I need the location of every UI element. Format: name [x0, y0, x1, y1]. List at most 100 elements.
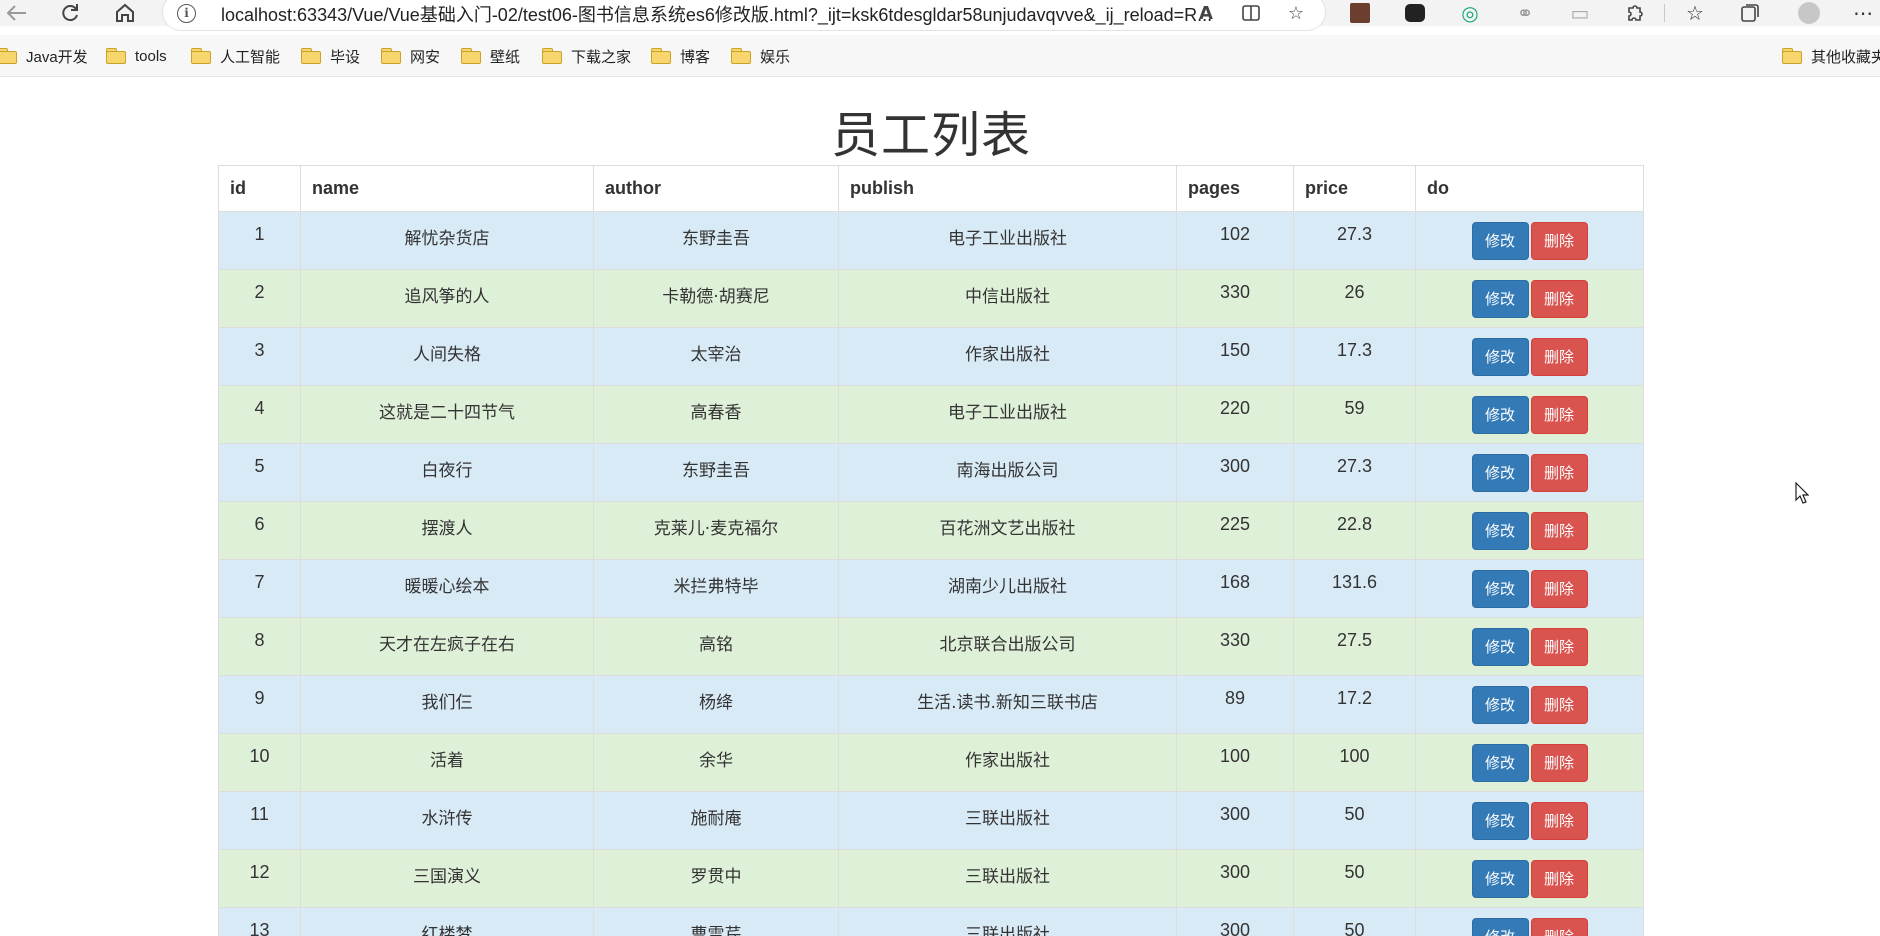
collections-icon[interactable]: [1735, 0, 1765, 26]
delete-button[interactable]: 删除: [1530, 744, 1588, 782]
delete-button[interactable]: 删除: [1530, 454, 1588, 492]
cell-author: 罗贯中: [593, 849, 839, 908]
extension-mask-icon[interactable]: [1400, 0, 1430, 26]
avatar-extension-icon[interactable]: [1345, 0, 1375, 26]
table-row: 2 追风筝的人 卡勒德·胡赛尼 中信出版社 330 26 修改 删除: [218, 269, 1644, 328]
edit-button[interactable]: 修改: [1471, 396, 1529, 434]
cell-id: 13: [218, 907, 301, 936]
mouse-cursor-icon: [1795, 482, 1809, 504]
cell-pages: 330: [1176, 617, 1294, 676]
delete-button[interactable]: 删除: [1530, 628, 1588, 666]
extension-link-icon[interactable]: ⚭: [1510, 0, 1540, 26]
folder-icon: [191, 48, 211, 64]
bookmark-folder[interactable]: 娱乐: [731, 44, 790, 68]
cell-pages: 220: [1176, 385, 1294, 444]
extensions-puzzle-icon[interactable]: [1620, 0, 1650, 26]
delete-button[interactable]: 删除: [1530, 396, 1588, 434]
cell-pages: 168: [1176, 559, 1294, 618]
cell-publish: 三联出版社: [838, 907, 1177, 936]
bookmark-folder[interactable]: tools: [106, 44, 167, 68]
cell-author: 余华: [593, 733, 839, 792]
column-header-do: do: [1415, 165, 1644, 212]
table-row: 6 摆渡人 克莱儿·麦克福尔 百花洲文艺出版社 225 22.8 修改 删除: [218, 501, 1644, 560]
books-table: id name author publish pages price do 1解…: [218, 165, 1644, 936]
cell-price: 50: [1293, 791, 1416, 850]
edit-button[interactable]: 修改: [1471, 454, 1529, 492]
extension-screen-icon[interactable]: ▭: [1565, 0, 1595, 26]
table-row: 13红楼梦曹雪芹三联出版社30050修改删除: [218, 907, 1644, 936]
edit-button[interactable]: 修改: [1471, 860, 1529, 898]
delete-button[interactable]: 删除: [1530, 512, 1588, 550]
delete-button[interactable]: 删除: [1530, 686, 1588, 724]
delete-button[interactable]: 删除: [1530, 860, 1588, 898]
cell-pages: 300: [1176, 791, 1294, 850]
bookmark-folder[interactable]: 网安: [381, 44, 440, 68]
cell-id: 2: [218, 269, 301, 328]
cell-actions: 修改删除: [1415, 211, 1644, 270]
cell-author: 米拦弗特毕: [593, 559, 839, 618]
bookmark-folder[interactable]: 毕设: [301, 44, 360, 68]
cell-id: 3: [218, 327, 301, 386]
edit-button[interactable]: 修改: [1471, 628, 1529, 666]
cell-publish: 电子工业出版社: [838, 385, 1177, 444]
more-menu-icon[interactable]: ⋯: [1848, 0, 1878, 26]
folder-icon: [106, 48, 126, 64]
bookmark-folder[interactable]: 壁纸: [461, 44, 520, 68]
cell-pages: 89: [1176, 675, 1294, 734]
cell-id: 12: [218, 849, 301, 908]
delete-button[interactable]: 删除: [1530, 802, 1588, 840]
delete-button[interactable]: 删除: [1530, 570, 1588, 608]
cell-name: 三国演义: [300, 849, 594, 908]
cell-price: 27.5: [1293, 617, 1416, 676]
cell-name: 活着: [300, 733, 594, 792]
cell-pages: 102: [1176, 211, 1294, 270]
bookmark-folder[interactable]: Java开发: [0, 44, 88, 68]
cell-name: 天才在左疯子在右: [300, 617, 594, 676]
cell-publish: 作家出版社: [838, 733, 1177, 792]
bookmark-folder[interactable]: 博客: [651, 44, 710, 68]
bookmark-folder[interactable]: 人工智能: [191, 44, 280, 68]
edit-button[interactable]: 修改: [1471, 338, 1529, 376]
cell-price: 17.3: [1293, 327, 1416, 386]
delete-button[interactable]: 删除: [1530, 280, 1588, 318]
home-icon[interactable]: [110, 0, 140, 26]
cell-id: 6: [218, 501, 301, 560]
read-aloud-icon[interactable]: A: [1193, 0, 1219, 26]
cell-author: 高春香: [593, 385, 839, 444]
cell-publish: 三联出版社: [838, 791, 1177, 850]
add-favorite-icon[interactable]: ☆: [1283, 0, 1309, 26]
edit-button[interactable]: 修改: [1471, 512, 1529, 550]
edit-button[interactable]: 修改: [1471, 570, 1529, 608]
split-screen-icon[interactable]: [1238, 0, 1264, 26]
edit-button[interactable]: 修改: [1471, 686, 1529, 724]
favorites-icon[interactable]: ☆: [1680, 0, 1710, 26]
column-header-price: price: [1293, 165, 1416, 212]
edit-button[interactable]: 修改: [1471, 222, 1529, 260]
cell-author: 杨绛: [593, 675, 839, 734]
delete-button[interactable]: 删除: [1530, 222, 1588, 260]
refresh-icon[interactable]: [55, 0, 85, 26]
edit-button[interactable]: 修改: [1471, 802, 1529, 840]
cell-publish: 湖南少儿出版社: [838, 559, 1177, 618]
back-arrow-icon[interactable]: [2, 0, 32, 26]
address-bar[interactable]: i localhost:63343/Vue/Vue基础入门-02/test06-…: [163, 0, 1325, 30]
delete-button[interactable]: 删除: [1530, 918, 1588, 936]
profile-avatar-icon[interactable]: [1794, 0, 1824, 26]
cell-price: 131.6: [1293, 559, 1416, 618]
edit-button[interactable]: 修改: [1471, 280, 1529, 318]
cell-actions: 修改删除: [1415, 849, 1644, 908]
bookmark-folder[interactable]: 下载之家: [542, 44, 631, 68]
site-info-icon[interactable]: i: [177, 4, 196, 23]
extension-green-icon[interactable]: ◎: [1455, 0, 1485, 26]
table-row: 7 暖暖心绘本 米拦弗特毕 湖南少儿出版社 168 131.6 修改 删除: [218, 559, 1644, 618]
cell-name: 摆渡人: [300, 501, 594, 560]
edit-button[interactable]: 修改: [1471, 918, 1529, 936]
folder-icon: [301, 48, 321, 64]
delete-button[interactable]: 删除: [1530, 338, 1588, 376]
edit-button[interactable]: 修改: [1471, 744, 1529, 782]
table-row: 4 这就是二十四节气 高春香 电子工业出版社 220 59 修改 删除: [218, 385, 1644, 444]
cell-actions: 修改删除: [1415, 617, 1644, 676]
other-favorites-folder[interactable]: 其他收藏夹: [1782, 44, 1880, 68]
url-text[interactable]: localhost:63343/Vue/Vue基础入门-02/test06-图书…: [221, 1, 1221, 27]
cell-name: 人间失格: [300, 327, 594, 386]
